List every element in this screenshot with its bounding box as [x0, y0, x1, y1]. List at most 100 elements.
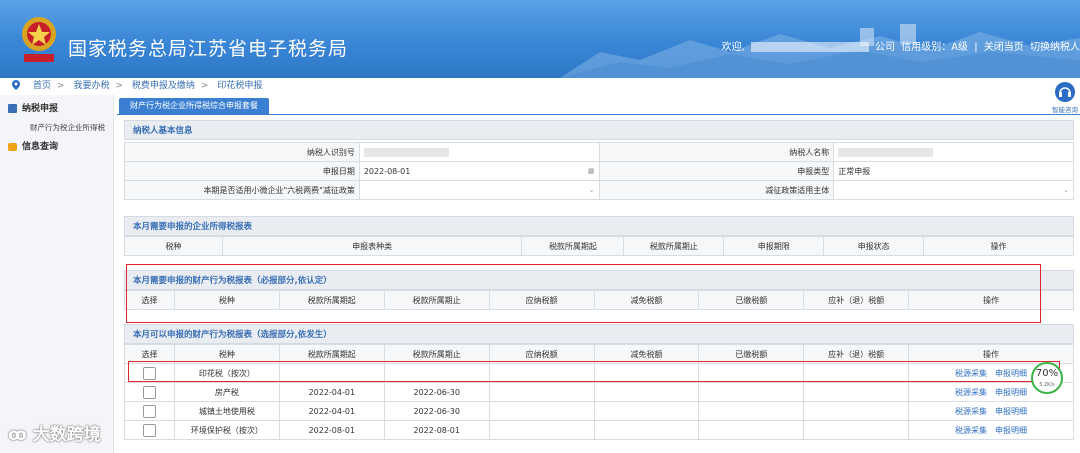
- calendar-icon[interactable]: ▦: [588, 167, 595, 175]
- headset-icon: [1055, 82, 1075, 102]
- site-header: 国家税务总局江苏省电子税务局 欢迎, 公司 信用级别：A级 | 关闭当页 切换纳…: [0, 0, 1080, 78]
- basic-info-table: 纳税人识别号 纳税人名称 申报日期 2022-08-01 ▦ 申报类型 正常申报 …: [124, 142, 1074, 200]
- taxpayer-id-value: [358, 142, 600, 162]
- column-header: 操作: [908, 290, 1074, 310]
- redacted-value: [838, 147, 934, 157]
- period-start-cell: 2022-08-01: [278, 420, 385, 440]
- column-header: 税款所属期起: [278, 290, 385, 310]
- breadcrumb-handle-tax[interactable]: 我要办税: [73, 81, 109, 91]
- column-header: 税款所属期起: [278, 344, 385, 364]
- period-end-cell: 2022-08-01: [383, 420, 490, 440]
- tax-bureau-emblem-icon: [22, 17, 56, 62]
- small-enterprise-policy-select[interactable]: ⌄: [358, 180, 600, 200]
- column-header: 减免税额: [593, 290, 700, 310]
- user-bar: 欢迎, 公司 信用级别：A级 | 关闭当页 切换纳税人: [721, 42, 1080, 53]
- declare-date-label: 申报日期: [124, 161, 360, 181]
- column-header: 已缴税额: [698, 344, 805, 364]
- breadcrumb-stamp-tax[interactable]: 印花税申报: [217, 81, 262, 91]
- column-header: 税种: [173, 290, 280, 310]
- column-header: 税款所属期起: [521, 236, 625, 256]
- column-header: 申报状态: [823, 236, 925, 256]
- user-name-redacted: [750, 42, 869, 52]
- declare-detail-link[interactable]: 申报明细: [995, 388, 1027, 397]
- column-header: 选择: [124, 344, 175, 364]
- taxpayer-name-label: 纳税人名称: [598, 142, 835, 162]
- column-header: 应纳税额: [488, 344, 595, 364]
- column-header: 应补（退）税额: [803, 290, 910, 310]
- row-checkbox[interactable]: [142, 385, 156, 399]
- list-square-icon: [8, 104, 17, 113]
- watermark-logo: ꝏ 大数跨境: [8, 420, 101, 445]
- period-start-cell: [278, 363, 385, 383]
- table-row: 环境保护税（按次） 2022-08-01 2022-08-01 税源采集 申报明细: [124, 420, 1074, 440]
- row-checkbox[interactable]: [142, 366, 156, 380]
- period-end-cell: 2022-06-30: [383, 401, 490, 421]
- declare-detail-link[interactable]: 申报明细: [995, 369, 1027, 378]
- source-collect-link[interactable]: 税源采集: [955, 426, 987, 435]
- breadcrumb: 首页 > 我要办税 > 税费申报及缴纳 > 印花税申报: [0, 78, 1080, 94]
- row-checkbox[interactable]: [142, 404, 156, 418]
- sidebar-item-info-query[interactable]: 信息查询: [8, 139, 58, 152]
- breadcrumb-tax-declare[interactable]: 税费申报及缴纳: [132, 81, 195, 91]
- source-collect-link[interactable]: 税源采集: [955, 407, 987, 416]
- network-speed-gauge: 70% 5.2K/s: [1031, 362, 1063, 394]
- table-row: 房产税 2022-04-01 2022-06-30 税源采集 申报明细: [124, 382, 1074, 402]
- column-header: 应补（退）税额: [803, 344, 910, 364]
- declare-detail-link[interactable]: 申报明细: [995, 407, 1027, 416]
- taxpayer-id-label: 纳税人识别号: [124, 142, 360, 162]
- watermark-text: 大数跨境: [32, 425, 101, 445]
- sidebar-item-tax-declare[interactable]: 纳税申报: [8, 101, 58, 114]
- table-row: 城镇土地使用税 2022-04-01 2022-06-30 税源采集 申报明细: [124, 401, 1074, 421]
- period-end-cell: 2022-06-30: [383, 382, 490, 402]
- policy-subject-select[interactable]: ⌄: [833, 180, 1074, 200]
- cit-table: 税种 申报表种类 税款所属期起 税款所属期止 申报期限 申报状态 操作: [124, 236, 1074, 256]
- section-optional-title: 本月可以申报的财产行为税报表（选报部分,依发生）: [124, 324, 1074, 344]
- required-table: 选择 税种 税款所属期起 税款所属期止 应纳税额 减免税额 已缴税额 应补（退）…: [124, 290, 1074, 310]
- column-header: 税款所属期止: [623, 236, 725, 256]
- chevron-down-icon: ⌄: [1063, 186, 1069, 194]
- smart-consult-button[interactable]: 智能咨询: [1050, 82, 1080, 114]
- tab-property-cit-package[interactable]: 财产行为税企业所得税综合申报套餐: [119, 98, 269, 114]
- column-header: 选择: [124, 290, 175, 310]
- period-end-cell: [383, 363, 490, 383]
- tax-type-cell: 房产税: [173, 382, 280, 402]
- sidebar-item-property-cit[interactable]: 财产行为税企业所得税: [30, 122, 105, 133]
- column-header: 操作: [923, 236, 1074, 256]
- taxpayer-name-value: [833, 142, 1074, 162]
- column-header: 税款所属期止: [383, 344, 490, 364]
- column-header: 税种: [173, 344, 280, 364]
- company-suffix: 公司: [875, 42, 896, 53]
- table-row: 印花税（按次） 税源采集 申报明细: [124, 363, 1074, 383]
- declare-type-label: 申报类型: [598, 161, 835, 181]
- section-basic-info-title: 纳税人基本信息: [124, 120, 1074, 140]
- switch-taxpayer-link[interactable]: 切换纳税人: [1030, 42, 1080, 53]
- optional-table: 选择 税种 税款所属期起 税款所属期止 应纳税额 减免税额 已缴税额 应补（退）…: [124, 344, 1074, 440]
- column-header: 税种: [124, 236, 223, 256]
- column-header: 减免税额: [593, 344, 700, 364]
- tax-type-cell: 环境保护税（按次）: [173, 420, 280, 440]
- row-checkbox[interactable]: [142, 423, 156, 437]
- declare-type-value: 正常申报: [833, 161, 1074, 181]
- section-cit-title: 本月需要申报的企业所得税报表: [124, 216, 1074, 236]
- small-enterprise-policy-label: 本期是否适用小微企业"六税两费"减征政策: [124, 180, 360, 200]
- redacted-value: [363, 147, 449, 157]
- declare-detail-link[interactable]: 申报明细: [995, 426, 1027, 435]
- column-header: 申报期限: [723, 236, 825, 256]
- declare-date-field[interactable]: 2022-08-01 ▦: [358, 161, 600, 181]
- column-header: 税款所属期止: [383, 290, 490, 310]
- column-header: 操作: [908, 344, 1074, 364]
- tax-type-cell: 城镇土地使用税: [173, 401, 280, 421]
- column-header: 应纳税额: [488, 290, 595, 310]
- policy-subject-label: 减征政策适用主体: [598, 180, 835, 200]
- tax-type-cell: 印花税（按次）: [173, 363, 280, 383]
- close-page-link[interactable]: 关闭当页: [984, 42, 1024, 53]
- welcome-text: 欢迎,: [721, 42, 745, 53]
- source-collect-link[interactable]: 税源采集: [955, 388, 987, 397]
- location-pin-icon: [12, 80, 20, 90]
- sidebar: 纳税申报 财产行为税企业所得税 信息查询: [0, 95, 114, 453]
- column-header: 已缴税额: [698, 290, 805, 310]
- breadcrumb-home[interactable]: 首页: [33, 81, 51, 91]
- source-collect-link[interactable]: 税源采集: [955, 369, 987, 378]
- gauge-percent: 70%: [1035, 368, 1059, 379]
- gauge-speed: 5.2K/s: [1039, 382, 1055, 388]
